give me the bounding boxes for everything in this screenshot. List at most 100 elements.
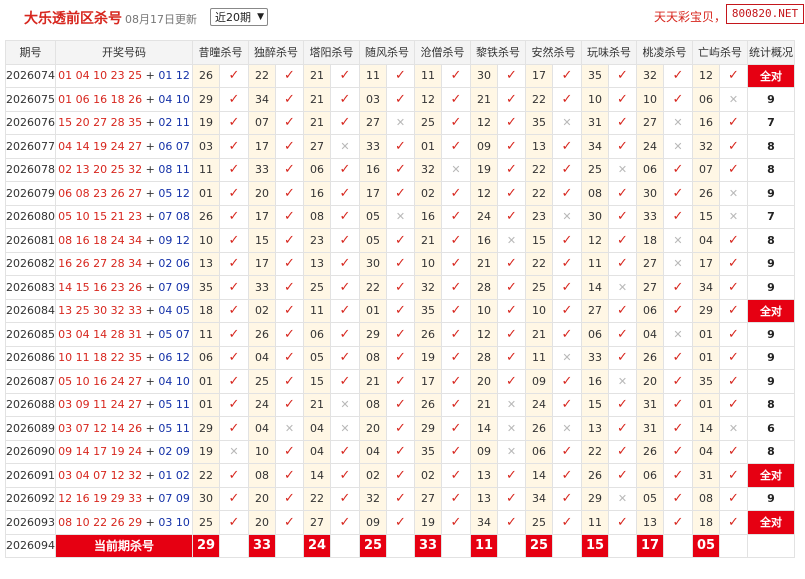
kill-number: 21 xyxy=(470,392,498,417)
result-mark: ✓ xyxy=(497,322,526,347)
kill-number: 26 xyxy=(581,463,609,488)
current-kill-number: 33 xyxy=(248,533,276,558)
result-mark: ✓ xyxy=(275,157,304,182)
table-row: 2026091 03 04 07 12 32 + 01 02 22 ✓ 08 ✓ 14 ✓ 02… xyxy=(5,463,795,488)
result-mark: ✓ xyxy=(497,181,526,206)
result-mark: ✓ xyxy=(552,134,582,159)
check-icon: ✓ xyxy=(506,256,517,272)
kill-number: 10 xyxy=(248,439,276,464)
check-icon: ✓ xyxy=(395,162,406,178)
stat-summary: 9 xyxy=(747,87,795,112)
cross-icon: ✕ xyxy=(395,116,406,130)
stat-summary: 9 xyxy=(747,486,795,511)
result-mark: ✕ xyxy=(552,345,582,370)
plus-sign: + xyxy=(142,304,159,318)
result-mark: ✓ xyxy=(608,416,637,441)
result-mark: ✓ xyxy=(219,87,249,112)
check-icon: ✓ xyxy=(284,326,295,342)
kill-number: 08 xyxy=(303,204,331,229)
kill-number: 01 xyxy=(692,322,720,347)
top-bar: 大乐透前区杀号 08月17日更新 近20期 ▼ 天天彩宝贝， 800820.NE… xyxy=(0,0,805,38)
period-select[interactable]: 近20期 ▼ xyxy=(210,8,268,26)
cross-icon: ✕ xyxy=(617,492,628,506)
column-header: 独醉杀号 xyxy=(248,40,304,65)
kill-number: 14 xyxy=(525,463,553,488)
result-mark: ✕ xyxy=(441,157,471,182)
kill-number: 26 xyxy=(192,204,220,229)
result-mark: ✓ xyxy=(386,510,415,535)
result-mark: ✓ xyxy=(219,251,249,276)
site-brand-logo[interactable]: 800820.NET xyxy=(726,4,804,24)
result-mark: ✓ xyxy=(441,181,471,206)
check-icon: ✓ xyxy=(672,444,684,460)
stat-summary: 9 xyxy=(747,322,795,347)
kill-number: 16 xyxy=(303,181,331,206)
result-mark: ✓ xyxy=(330,63,360,88)
check-icon: ✓ xyxy=(450,373,462,389)
result-mark: ✓ xyxy=(719,298,748,323)
check-icon: ✓ xyxy=(617,420,628,436)
kill-number: 12 xyxy=(470,110,498,135)
check-icon: ✓ xyxy=(339,373,351,389)
result-mark: ✓ xyxy=(219,392,249,417)
kill-number: 09 xyxy=(470,134,498,159)
kill-number: 12 xyxy=(692,63,720,88)
kill-number: 22 xyxy=(525,251,553,276)
check-icon: ✓ xyxy=(617,68,628,84)
result-mark: ✓ xyxy=(552,369,582,394)
site-slogan[interactable]: 天天彩宝贝， xyxy=(654,8,726,25)
check-icon: ✓ xyxy=(339,303,351,319)
kill-number: 29 xyxy=(692,298,720,323)
update-date: 08月17日更新 xyxy=(125,13,197,26)
check-icon: ✓ xyxy=(228,514,240,530)
result-mark: ✓ xyxy=(386,251,415,276)
result-mark: ✓ xyxy=(330,204,360,229)
result-mark: ✓ xyxy=(330,275,360,300)
result-mark: ✓ xyxy=(219,510,249,535)
result-mark: ✓ xyxy=(219,416,249,441)
check-icon: ✓ xyxy=(228,115,240,131)
check-icon: ✓ xyxy=(506,91,517,107)
kill-number: 01 xyxy=(192,181,220,206)
kill-number: 01 xyxy=(192,369,220,394)
table-row: 2026082 16 26 27 28 34 + 02 06 13 ✓ 17 ✓ 13 ✓ 30… xyxy=(5,251,795,276)
check-icon: ✓ xyxy=(728,138,739,154)
back-balls: 05 12 xyxy=(158,186,190,200)
check-icon: ✓ xyxy=(339,514,351,530)
check-icon: ✓ xyxy=(561,491,573,507)
stat-summary: 8 xyxy=(747,157,795,182)
draw-numbers: 03 07 12 14 26 + 05 11 xyxy=(55,416,193,441)
table-row: 2026083 14 15 16 23 26 + 07 09 35 ✓ 33 ✓ 25 ✓ 22… xyxy=(5,275,795,300)
kill-number: 10 xyxy=(470,298,498,323)
result-mark: ✓ xyxy=(719,345,748,370)
kill-number: 02 xyxy=(248,298,276,323)
result-mark: ✓ xyxy=(219,110,249,135)
cross-icon: ✕ xyxy=(340,421,350,435)
check-icon: ✓ xyxy=(561,232,573,248)
result-mark: ✓ xyxy=(608,439,637,464)
check-icon: ✓ xyxy=(672,162,684,178)
check-icon: ✓ xyxy=(728,115,739,131)
check-icon: ✓ xyxy=(506,162,517,178)
kill-number: 21 xyxy=(303,63,331,88)
kill-number: 28 xyxy=(470,275,498,300)
kill-number: 21 xyxy=(525,322,553,347)
kill-number: 21 xyxy=(414,228,442,253)
kill-number: 24 xyxy=(248,392,276,417)
kill-number: 34 xyxy=(692,275,720,300)
empty-cell xyxy=(663,533,693,558)
result-mark: ✓ xyxy=(497,134,526,159)
check-icon: ✓ xyxy=(561,467,573,483)
kill-number: 33 xyxy=(248,157,276,182)
result-mark: ✓ xyxy=(608,204,637,229)
check-icon: ✓ xyxy=(561,185,573,201)
check-icon: ✓ xyxy=(228,420,240,436)
result-mark: ✓ xyxy=(219,228,249,253)
plus-sign: + xyxy=(142,257,159,271)
result-mark: ✓ xyxy=(719,134,748,159)
kill-number: 12 xyxy=(414,87,442,112)
check-icon: ✓ xyxy=(728,68,739,84)
result-mark: ✓ xyxy=(441,134,471,159)
draw-numbers: 15 20 27 28 35 + 02 11 xyxy=(55,110,193,135)
result-mark: ✓ xyxy=(219,322,249,347)
